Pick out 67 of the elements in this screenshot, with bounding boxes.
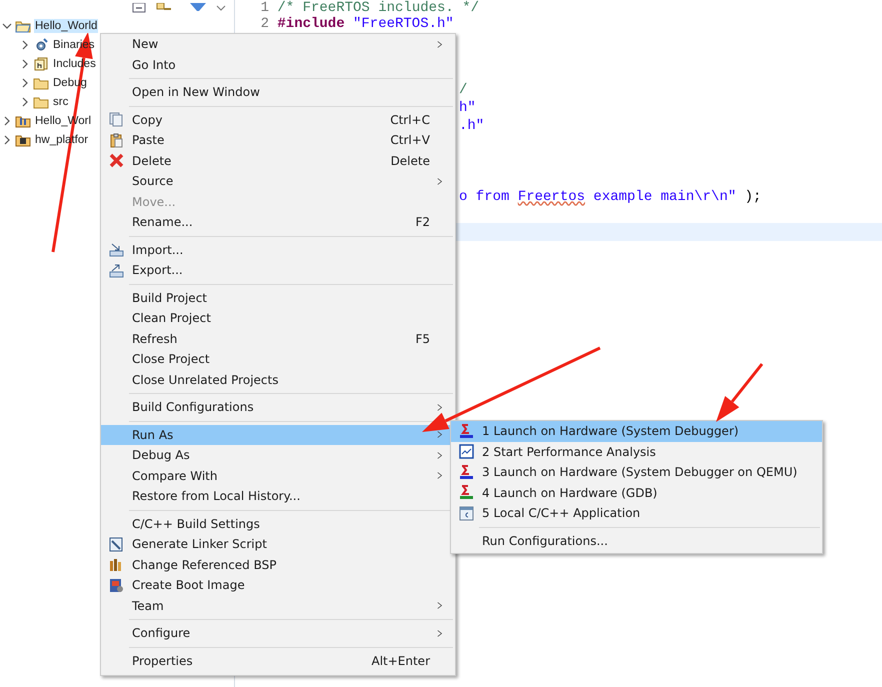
collapse-chevron-icon[interactable]	[2, 20, 12, 30]
menu-item[interactable]: Source	[101, 171, 455, 192]
menu-item[interactable]: 5 Local C/C++ Application	[451, 503, 822, 524]
expand-chevron-icon[interactable]	[20, 78, 30, 88]
code-text: o from	[459, 188, 510, 205]
boot-image-icon	[109, 578, 124, 593]
menu-item[interactable]: New	[101, 34, 455, 54]
annotation-arrow	[716, 363, 764, 422]
tcf-debug-icon	[459, 464, 474, 480]
clipboard-icon	[109, 132, 124, 148]
code-text: Freertos	[518, 188, 586, 205]
folder-icon	[33, 94, 49, 108]
linker-script-icon	[109, 536, 124, 552]
tree-item[interactable]: Hello_World	[34, 18, 98, 32]
export-icon	[109, 262, 124, 278]
menu-item[interactable]: Refresh F5	[101, 328, 455, 349]
menu-item[interactable]: Team	[101, 596, 455, 616]
menu-item[interactable]: Open in New Window	[101, 82, 455, 102]
c-application-icon	[459, 506, 474, 521]
line-number: 1	[260, 0, 269, 16]
copy-icon	[109, 112, 124, 128]
system-project-icon	[15, 114, 31, 128]
code-text: );	[744, 188, 762, 205]
books-icon	[109, 557, 124, 572]
menu-item[interactable]: Export...	[101, 260, 455, 280]
expand-chevron-icon[interactable]	[2, 134, 12, 144]
menu-item[interactable]: Paste Ctrl+V	[101, 130, 455, 150]
code-text: #include	[277, 16, 345, 32]
code-text: "FreeRTOS.h"	[353, 16, 454, 32]
menu-item[interactable]: Build Configurations	[101, 397, 455, 418]
menu-item[interactable]: Close Unrelated Projects	[101, 370, 455, 390]
menu-item[interactable]: Change Referenced BSP	[101, 554, 455, 575]
menu-item[interactable]: Create Boot Image	[101, 575, 455, 596]
chart-icon	[459, 444, 474, 460]
filter-icon[interactable]	[190, 3, 206, 13]
menu-item[interactable]: Close Project	[101, 349, 455, 370]
menu-item[interactable]: Copy Ctrl+C	[101, 110, 455, 130]
line-number: 2	[260, 16, 269, 32]
tcf-debug-icon	[459, 424, 474, 439]
menu-item[interactable]: Properties Alt+Enter	[101, 650, 455, 671]
tree-item[interactable]: src	[52, 94, 70, 108]
code-text: .h"	[459, 118, 484, 134]
menu-item[interactable]: Delete Delete	[101, 150, 455, 171]
collapse-all-icon[interactable]	[132, 3, 146, 13]
delete-icon	[109, 153, 124, 168]
menu-item[interactable]: Import...	[101, 240, 455, 260]
menu-item[interactable]: 1 Launch on Hardware (System Debugger)	[451, 421, 822, 442]
import-icon	[109, 242, 124, 258]
folder-icon	[33, 76, 49, 90]
menu-item[interactable]: Clean Project	[101, 308, 455, 328]
project-folder-icon	[15, 18, 31, 32]
expand-chevron-icon[interactable]	[20, 58, 30, 68]
menu-item[interactable]: Rename... F2	[101, 212, 455, 232]
expand-chevron-icon[interactable]	[20, 40, 30, 50]
code-text: h"	[459, 100, 476, 116]
menu-item[interactable]: Go Into	[101, 54, 455, 75]
menu-item[interactable]: Configure	[101, 623, 455, 644]
code-text: /	[459, 82, 468, 98]
code-text: example main\r\n"	[593, 188, 736, 205]
header-files-icon	[33, 56, 49, 70]
code-text: /* FreeRTOS includes. */	[277, 0, 480, 16]
expand-chevron-icon[interactable]	[2, 116, 12, 126]
expand-chevron-icon[interactable]	[20, 96, 30, 106]
view-menu-icon[interactable]	[216, 5, 226, 13]
menu-item[interactable]: Build Project	[101, 288, 455, 308]
gdb-debug-icon	[459, 485, 474, 500]
chip-folder-icon	[15, 132, 31, 146]
